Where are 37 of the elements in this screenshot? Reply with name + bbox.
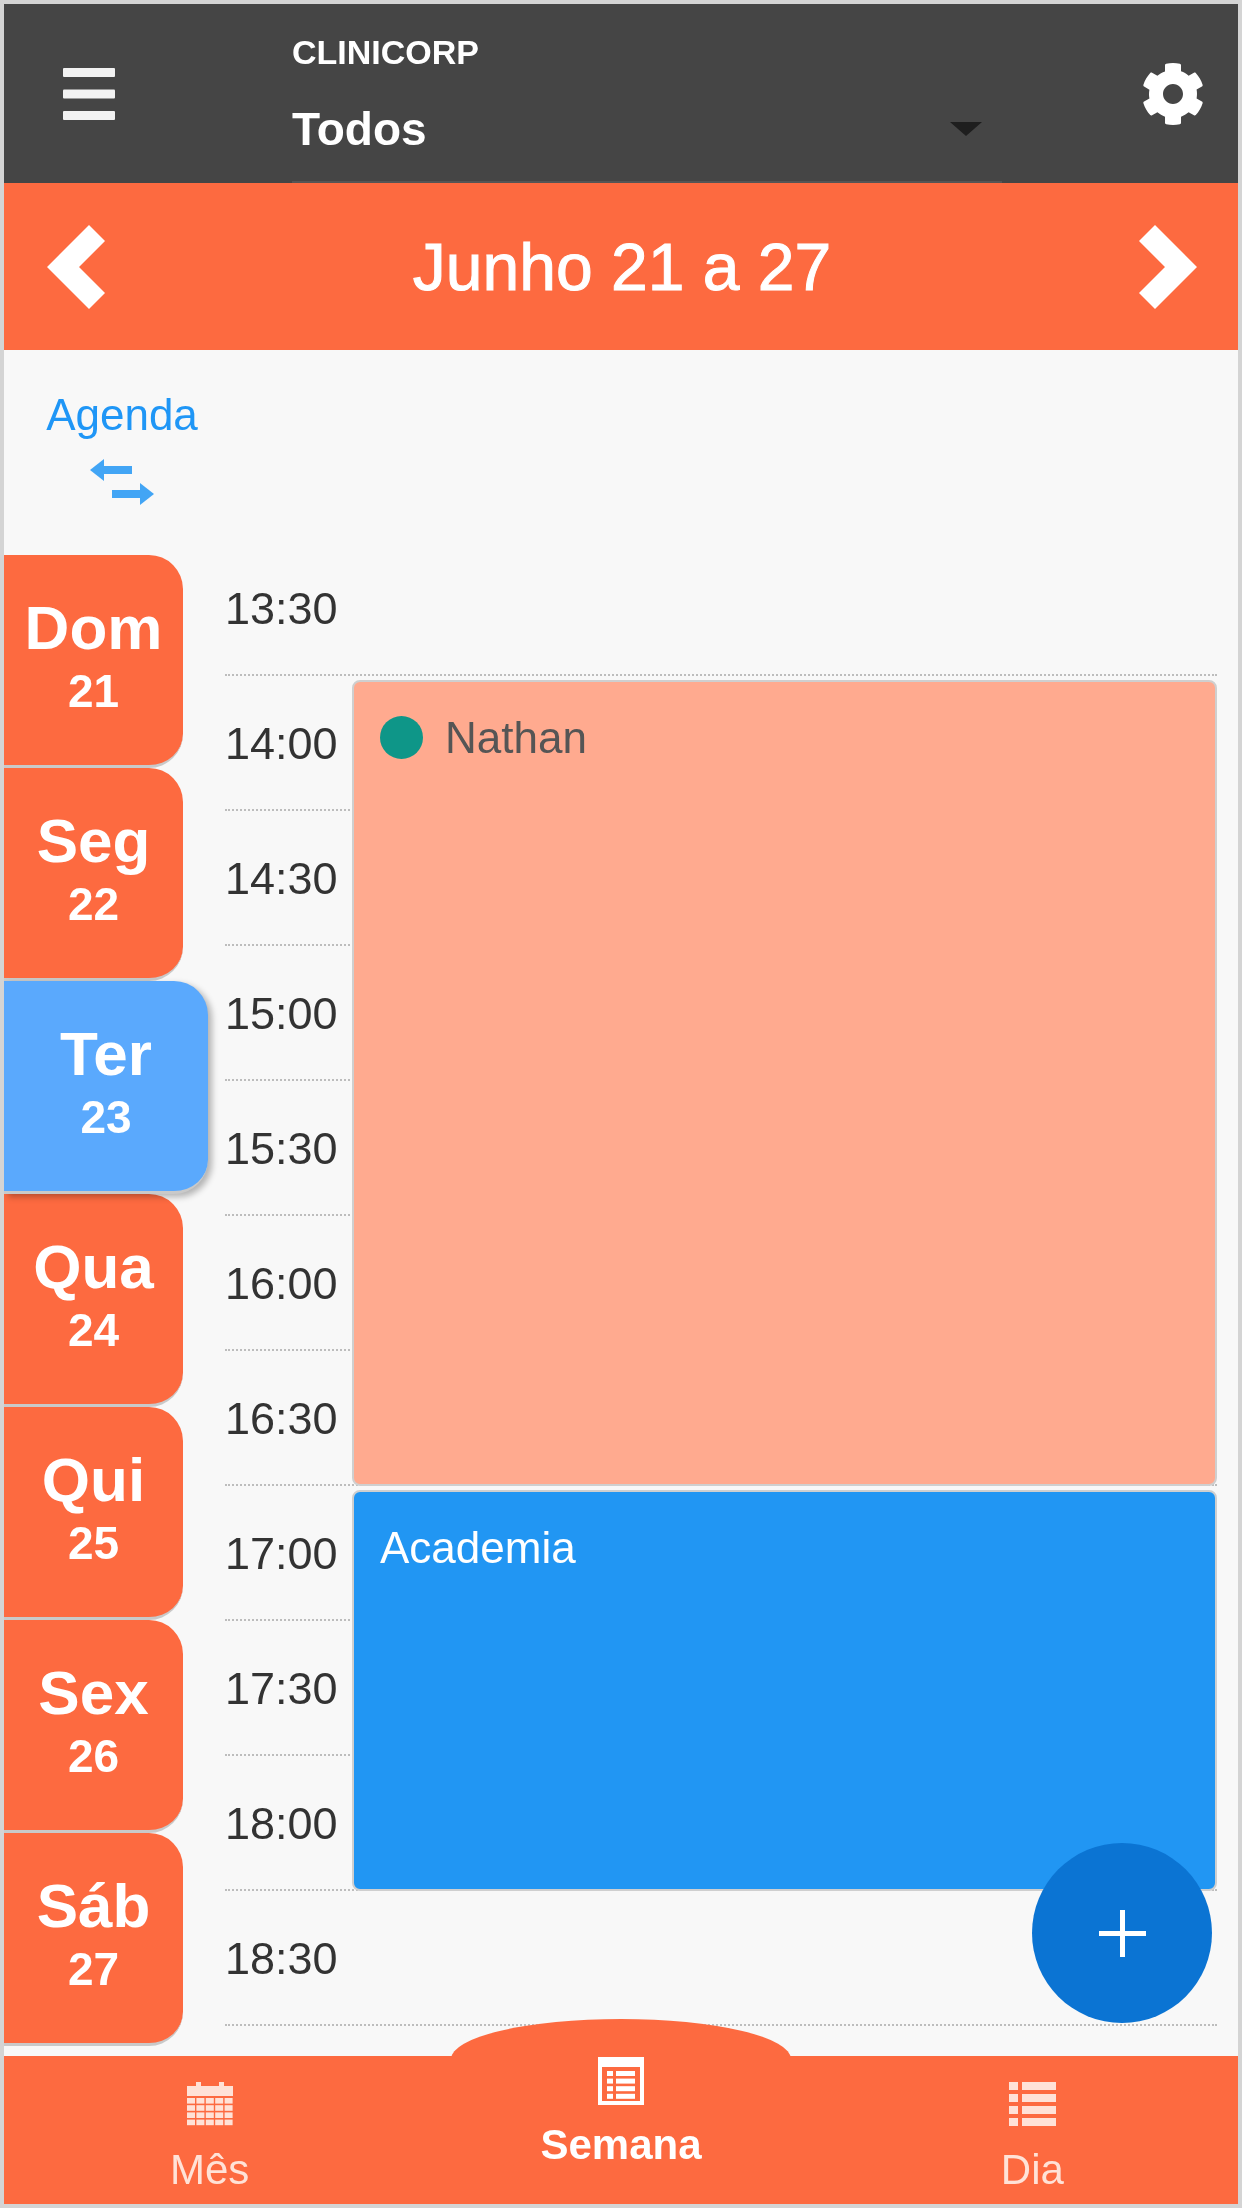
event-block[interactable]: Nathan: [352, 680, 1217, 1486]
time-label: 18:00: [225, 1797, 338, 1850]
menu-icon: [63, 67, 115, 120]
event-block[interactable]: Academia: [352, 1490, 1217, 1891]
caret-icon: [950, 122, 982, 136]
clinic-label: CLINICORP: [292, 32, 479, 72]
day-tab[interactable]: Sáb 27: [4, 1833, 183, 2046]
day-tab[interactable]: Dom 21: [4, 555, 183, 768]
time-label: 18:30: [225, 1932, 338, 1985]
settings-icon: [1141, 61, 1205, 126]
list-icon: [1008, 2082, 1056, 2126]
agenda-toggle[interactable]: Agenda: [46, 390, 198, 505]
time-label: 17:00: [225, 1527, 338, 1580]
event-title: Nathan: [445, 716, 587, 759]
plus-icon: [1098, 1909, 1146, 1957]
chevron-right-icon: [1139, 224, 1197, 309]
time-label: 13:30: [225, 582, 338, 635]
day-tab[interactable]: Ter 23: [4, 981, 208, 1194]
day-tab[interactable]: Qui 25: [4, 1407, 183, 1620]
nav-tab[interactable]: Mês: [39, 2056, 380, 2204]
nav-tab[interactable]: Dia: [862, 2056, 1203, 2204]
time-label: 15:00: [225, 987, 338, 1040]
week-title: Junho 21 a 27: [412, 228, 832, 306]
time-label: 14:30: [225, 852, 338, 905]
list-box-icon: [598, 2057, 644, 2105]
time-label: 15:30: [225, 1122, 338, 1175]
time-label: 17:30: [225, 1662, 338, 1715]
day-tab[interactable]: Seg 22: [4, 768, 183, 981]
time-label: 14:00: [225, 717, 338, 770]
time-label: 16:30: [225, 1392, 338, 1445]
time-label: 16:00: [225, 1257, 338, 1310]
event-title: Academia: [380, 1526, 576, 1569]
day-tab[interactable]: Qua 24: [4, 1194, 183, 1407]
swap-arrows-icon: [90, 459, 154, 505]
chevron-left-icon: [47, 224, 105, 309]
day-tab[interactable]: Sex 26: [4, 1620, 183, 1833]
calendar-icon: [186, 2082, 233, 2126]
